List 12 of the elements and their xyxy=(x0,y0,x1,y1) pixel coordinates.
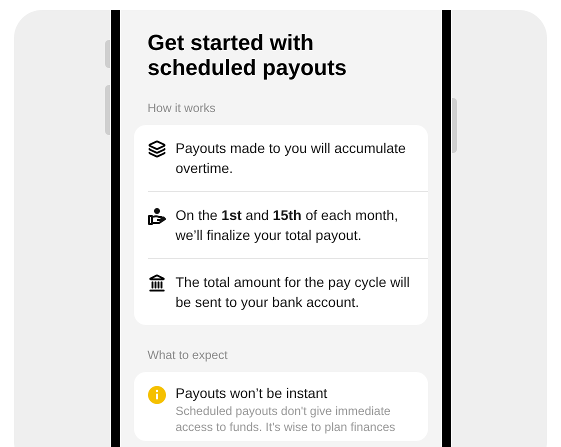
section-heading: How it works xyxy=(146,100,217,116)
page-title: Get started with scheduled payouts xyxy=(146,30,348,80)
note-title: Payouts won’t be instant xyxy=(176,384,328,403)
bank-icon xyxy=(148,274,166,292)
step-text: On the 1st and 15th of each month, we’ll finalize your total payout. xyxy=(176,206,400,245)
layers-icon xyxy=(148,140,166,158)
hand-coin-icon xyxy=(148,207,166,225)
info-icon xyxy=(148,386,166,404)
step-text: Payouts made to you will accumulate overtime. xyxy=(176,139,407,178)
note-description: Scheduled payouts don't give immediate access to funds. It's wise to plan finances xyxy=(176,403,396,435)
step-text: The total amount for the pay cycle will be sent to your bank account. xyxy=(176,273,411,312)
section-heading: What to expect xyxy=(146,347,229,363)
